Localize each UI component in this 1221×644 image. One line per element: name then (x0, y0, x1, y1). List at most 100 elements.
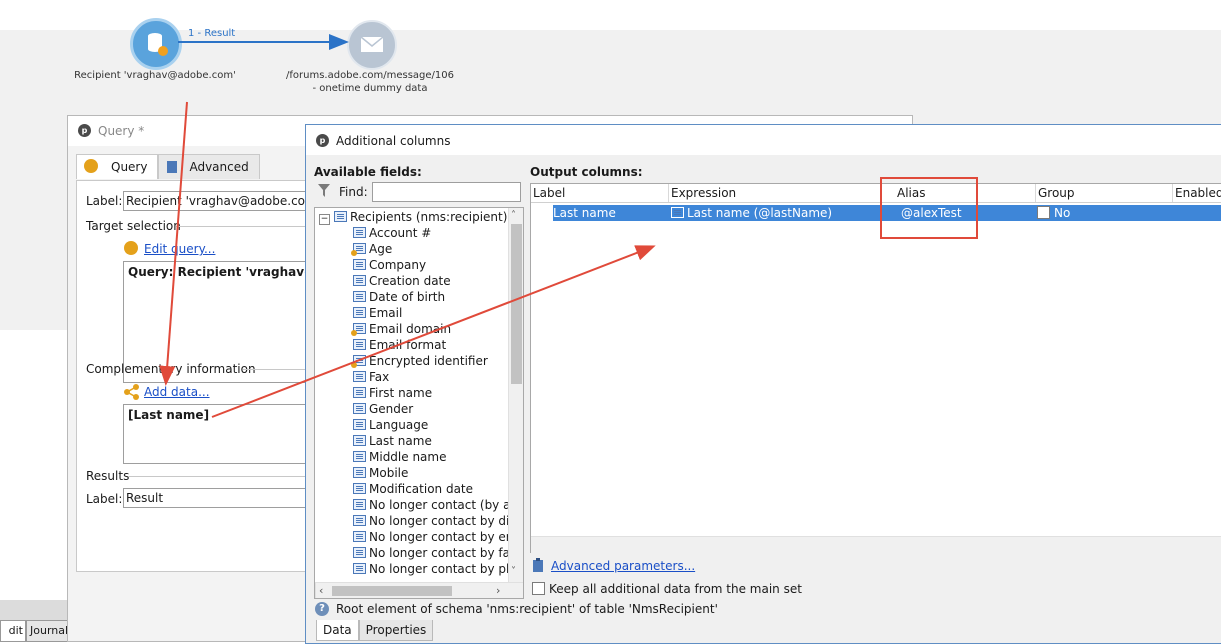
additional-columns-dialog: p Additional columns Available fields: F… (305, 124, 1221, 644)
query-node-label: Recipient 'vraghav@adobe.com' (74, 70, 236, 81)
tree-vertical-scrollbar[interactable]: ˄ ˅ (508, 208, 523, 582)
tree-root[interactable]: − Recipients (nms:recipient) (319, 209, 507, 225)
tab-query[interactable]: Query (76, 154, 159, 179)
tree-field-label: Creation date (369, 274, 451, 288)
row-expression-text: Last name (@lastName) (687, 206, 833, 220)
field-icon (353, 419, 366, 430)
column-header-enabled[interactable]: Enabled i (1173, 184, 1221, 202)
scroll-thumb[interactable] (511, 224, 522, 384)
clipboard-icon (533, 558, 543, 572)
tree-field-label: No longer contact by direc (369, 514, 524, 528)
tree-field-label: Company (369, 258, 427, 272)
delivery-node-label-1: /forums.adobe.com/message/106 (286, 70, 454, 81)
tree-field-item[interactable]: Encrypted identifier (351, 353, 488, 369)
tree-field-label: Modification date (369, 482, 474, 496)
tab-advanced[interactable]: Advanced (158, 154, 260, 179)
tree-field-item[interactable]: Language (353, 417, 428, 433)
field-icon (353, 291, 366, 302)
field-icon (353, 483, 366, 494)
h-scroll-thumb[interactable] (332, 586, 452, 596)
label-caption: Label: (86, 194, 123, 208)
tree-field-label: Encrypted identifier (369, 354, 488, 368)
tree-field-label: Email format (369, 338, 447, 352)
tree-field-item[interactable]: No longer contact by pho (353, 561, 521, 577)
field-icon (353, 227, 366, 238)
scroll-up-arrow[interactable]: ˄ (511, 210, 516, 221)
dialog-bottom-tabs: Data Properties (316, 620, 434, 641)
field-icon (671, 207, 684, 218)
group-checkbox[interactable] (1037, 206, 1050, 219)
row-label: Last name (553, 206, 616, 220)
tree-field-item[interactable]: No longer contact by fax (353, 545, 517, 561)
field-icon (353, 531, 366, 542)
tree-field-label: No longer contact by pho (369, 562, 521, 576)
tree-field-item[interactable]: Email format (353, 337, 446, 353)
tree-field-label: Language (369, 418, 429, 432)
scroll-left-arrow[interactable]: ‹ (319, 584, 323, 597)
tree-field-label: Date of birth (369, 290, 446, 304)
tree-field-item[interactable]: Date of birth (353, 289, 445, 305)
scroll-down-arrow[interactable]: ˅ (511, 566, 516, 577)
tree-horizontal-scrollbar[interactable]: ‹ › (315, 582, 523, 598)
tree-field-label: No longer contact by ema (369, 530, 524, 544)
edit-query-link[interactable]: Edit query... (144, 242, 215, 256)
tree-field-item[interactable]: Email domain (351, 321, 451, 337)
tab-properties[interactable]: Properties (358, 620, 434, 641)
row-expression: Last name (@lastName) (671, 205, 832, 221)
field-icon (353, 499, 366, 510)
email-delivery-node[interactable] (347, 20, 397, 70)
tree-field-item[interactable]: Mobile (353, 465, 408, 481)
bottom-tabs: dit Journal (0, 620, 77, 642)
tree-field-item[interactable]: Gender (353, 401, 413, 417)
tree-field-item[interactable]: Company (353, 257, 426, 273)
tree-field-item[interactable]: Email (353, 305, 402, 321)
query-tabs: Query Advanced (76, 154, 260, 180)
field-icon (353, 515, 366, 526)
schema-icon (334, 211, 347, 222)
field-icon (353, 451, 366, 462)
find-input[interactable] (372, 182, 521, 202)
tree-field-label: Last name (369, 434, 432, 448)
tree-field-item[interactable]: Modification date (353, 481, 473, 497)
row-group[interactable]: No (1037, 205, 1070, 221)
column-header-expression[interactable]: Expression (669, 184, 881, 202)
advanced-parameters-link[interactable]: Advanced parameters... (551, 559, 695, 573)
tree-field-item[interactable]: First name (353, 385, 432, 401)
query-activity-node[interactable] (130, 18, 182, 70)
tree-field-item[interactable]: Fax (353, 369, 389, 385)
add-data-link[interactable]: Add data... (144, 385, 210, 399)
tree-field-item[interactable]: Creation date (353, 273, 451, 289)
tree-field-item[interactable]: No longer contact (by any (353, 497, 523, 513)
results-heading: Results (86, 469, 130, 483)
target-selection-heading: Target selection (86, 219, 181, 233)
grid-horizontal-scrollbar[interactable] (531, 536, 1221, 553)
keep-all-checkbox[interactable] (532, 582, 545, 595)
tree-field-item[interactable]: Middle name (353, 449, 446, 465)
tree-field-label: Fax (369, 370, 390, 384)
dialog-titlebar: p Additional columns (306, 125, 1221, 155)
tab-data[interactable]: Data (316, 620, 359, 641)
tree-field-item[interactable]: No longer contact by direc (353, 513, 524, 529)
tab-advanced-label: Advanced (189, 160, 249, 174)
tab-edit[interactable]: dit (0, 620, 26, 642)
calculated-field-icon (351, 355, 366, 368)
tree-field-item[interactable]: Account # (353, 225, 431, 241)
clipboard-icon (167, 161, 178, 173)
filter-icon (318, 184, 330, 197)
tree-field-label: Email (369, 306, 403, 320)
scroll-right-arrow[interactable]: › (496, 584, 500, 597)
field-icon (353, 371, 366, 382)
collapse-icon[interactable]: − (319, 214, 330, 225)
keep-all-option[interactable]: Keep all additional data from the main s… (532, 582, 802, 596)
complementary-information-heading: Complementary information (86, 362, 256, 376)
tree-field-item[interactable]: No longer contact by ema (353, 529, 524, 545)
column-header-label[interactable]: Label (531, 184, 669, 202)
output-columns-grid: Label Expression Alias Group Enabled i L… (530, 183, 1221, 553)
field-icon (353, 435, 366, 446)
tree-field-item[interactable]: Last name (353, 433, 432, 449)
tree-field-label: No longer contact by fax (369, 546, 518, 560)
alias-highlight-box (880, 177, 978, 239)
tree-field-item[interactable]: Age (351, 241, 392, 257)
find-label: Find: (339, 185, 368, 199)
column-header-group[interactable]: Group (1036, 184, 1173, 202)
